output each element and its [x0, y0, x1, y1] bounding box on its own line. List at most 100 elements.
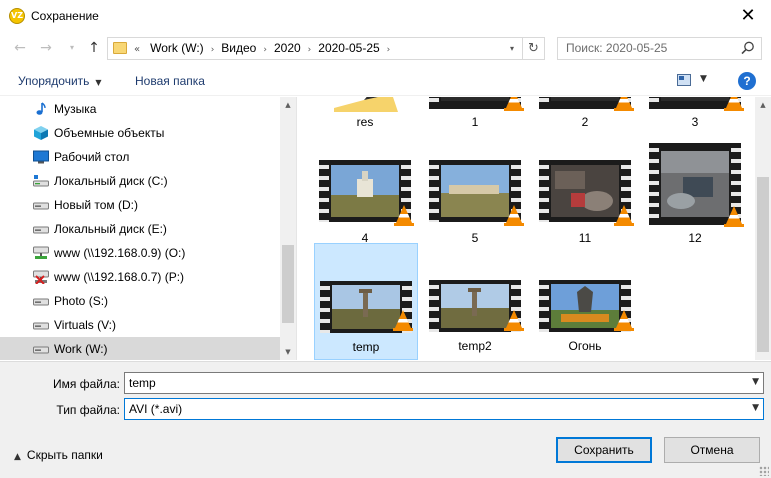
overflow-chevron-icon[interactable]: «	[134, 44, 140, 55]
scroll-down-icon[interactable]: ▼	[280, 344, 296, 360]
help-icon[interactable]: ?	[738, 72, 756, 90]
vlc-cone-icon	[504, 310, 524, 331]
sidebar-item-drive-c[interactable]: Локальный диск (C:)	[0, 169, 280, 193]
scrollbar-thumb[interactable]	[282, 245, 294, 323]
sidebar-item-desktop[interactable]: Рабочий стол	[0, 145, 280, 169]
breadcrumb-item[interactable]: 2020	[274, 41, 301, 55]
file-name: Огонь	[568, 339, 602, 353]
drive-icon	[33, 298, 49, 306]
sidebar-item-label: Локальный диск (E:)	[54, 222, 167, 236]
file-name: temp2	[458, 339, 492, 353]
sidebar-item-drive-v[interactable]: Virtuals (V:)	[0, 313, 280, 337]
video-file-item[interactable]: 1	[424, 97, 528, 138]
file-list-scrollbar[interactable]: ▲	[755, 97, 771, 360]
filetype-label: Тип файла:	[56, 403, 120, 417]
vlc-cone-icon	[394, 205, 414, 226]
search-icon[interactable]	[740, 40, 756, 56]
sidebar-item-network-p[interactable]: www (\\192.168.0.7) (P:)	[0, 265, 280, 289]
filename-input[interactable]: temp ▼	[124, 372, 764, 394]
filetype-select[interactable]: AVI (*.avi) ▼	[124, 398, 764, 420]
filename-value: temp	[129, 376, 156, 390]
drive-icon	[33, 322, 49, 330]
chevron-down-icon[interactable]: ▼	[752, 377, 759, 387]
back-button[interactable]: ←	[10, 37, 30, 59]
video-file-item[interactable]: Огонь	[534, 243, 638, 359]
vlc-cone-icon	[614, 97, 634, 111]
video-file-item[interactable]: temp	[314, 243, 418, 360]
scrollbar-thumb[interactable]	[757, 177, 769, 352]
3d-objects-icon	[34, 126, 48, 140]
forward-button[interactable]: →	[36, 37, 56, 59]
recent-locations-dropdown[interactable]: ▾	[62, 37, 82, 59]
video-file-item[interactable]: 4	[314, 138, 418, 254]
filetype-value: AVI (*.avi)	[129, 402, 183, 416]
sidebar-scrollbar[interactable]: ▲ ▼	[280, 97, 296, 360]
change-view-icon[interactable]	[677, 74, 691, 86]
organize-label: Упорядочить	[18, 74, 90, 88]
sidebar-item-label: Virtuals (V:)	[54, 318, 117, 332]
drive-icon	[33, 226, 49, 234]
drive-icon	[33, 346, 49, 354]
video-file-item[interactable]: 3	[644, 97, 748, 138]
chevron-right-icon[interactable]: ›	[387, 45, 391, 55]
sidebar-item-music[interactable]: Музыка	[0, 97, 280, 121]
organize-menu[interactable]: Упорядочить ▼	[18, 74, 102, 88]
save-form: Имя файла: temp ▼ Тип файла: AVI (*.avi)…	[0, 361, 771, 478]
chevron-down-icon[interactable]: ▼	[752, 403, 759, 413]
folder-item[interactable]: res	[314, 97, 418, 138]
sidebar-item-3d-objects[interactable]: Объемные объекты	[0, 121, 280, 145]
video-file-item[interactable]: 2	[534, 97, 638, 138]
video-file-item[interactable]: 5	[424, 138, 528, 254]
chevron-right-icon[interactable]: ›	[308, 45, 312, 55]
file-list: res 1 2 3 4 5 11 12 temp temp2 Огонь	[297, 97, 755, 360]
filename-label: Имя файла:	[53, 377, 120, 391]
search-input[interactable]: Поиск: 2020-05-25	[557, 37, 762, 60]
chevron-right-icon[interactable]: ›	[263, 45, 267, 55]
resize-grip-icon[interactable]	[759, 466, 769, 476]
sidebar-item-drive-d[interactable]: Новый том (D:)	[0, 193, 280, 217]
vlc-cone-icon	[393, 310, 413, 331]
file-name: 3	[691, 115, 699, 129]
address-bar[interactable]: « Work (W:) › Видео › 2020 › 2020-05-25 › ▾ ↻	[107, 37, 545, 60]
vlc-cone-icon	[504, 205, 524, 226]
close-button[interactable]: ✕	[725, 0, 771, 32]
sidebar-item-drive-e[interactable]: Локальный диск (E:)	[0, 217, 280, 241]
breadcrumb-item[interactable]: 2020-05-25	[318, 41, 379, 55]
hide-folders-button[interactable]: ▲ Скрыть папки	[14, 448, 103, 462]
sidebar-item-network-o[interactable]: www (\\192.168.0.9) (O:)	[0, 241, 280, 265]
vlc-cone-icon	[724, 97, 744, 111]
sidebar-item-label: www (\\192.168.0.9) (O:)	[54, 246, 186, 260]
scroll-up-icon[interactable]: ▲	[755, 97, 771, 113]
breadcrumb: « Work (W:) › Видео › 2020 › 2020-05-25 ›	[134, 38, 397, 59]
breadcrumb-item[interactable]: Видео	[221, 41, 256, 55]
sidebar-item-label: Photo (S:)	[54, 294, 109, 308]
address-history-dropdown[interactable]: ▾	[504, 38, 520, 59]
new-folder-button[interactable]: Новая папка	[135, 74, 205, 88]
sidebar-item-drive-w[interactable]: Work (W:)	[0, 337, 280, 360]
file-name: res	[356, 115, 374, 129]
folder-thumbnail-icon	[334, 97, 398, 112]
sidebar-item-drive-s[interactable]: Photo (S:)	[0, 289, 280, 313]
video-file-item[interactable]: 12	[644, 138, 748, 254]
vlc-cone-icon	[614, 205, 634, 226]
sidebar-item-label: Локальный диск (C:)	[54, 174, 168, 188]
system-drive-icon	[33, 175, 49, 187]
video-file-item[interactable]: 11	[534, 138, 638, 254]
refresh-button[interactable]: ↻	[522, 38, 544, 59]
vlc-cone-icon	[614, 310, 634, 331]
save-button[interactable]: Сохранить	[556, 437, 652, 463]
file-name: 2	[581, 115, 589, 129]
view-options-dropdown[interactable]: ▼	[700, 74, 707, 84]
cancel-button[interactable]: Отмена	[664, 437, 760, 463]
file-name: 1	[471, 115, 479, 129]
video-file-item[interactable]: temp2	[424, 243, 528, 359]
up-button[interactable]: ↑	[84, 37, 104, 59]
vlc-cone-icon	[504, 97, 524, 111]
chevron-right-icon[interactable]: ›	[211, 45, 215, 55]
chevron-down-icon: ▼	[95, 78, 102, 87]
sidebar-item-label: Рабочий стол	[54, 150, 130, 164]
scroll-up-icon[interactable]: ▲	[280, 97, 296, 113]
sidebar-item-label: Новый том (D:)	[54, 198, 138, 212]
breadcrumb-item[interactable]: Work (W:)	[150, 41, 204, 55]
sidebar-item-label: www (\\192.168.0.7) (P:)	[54, 270, 185, 284]
